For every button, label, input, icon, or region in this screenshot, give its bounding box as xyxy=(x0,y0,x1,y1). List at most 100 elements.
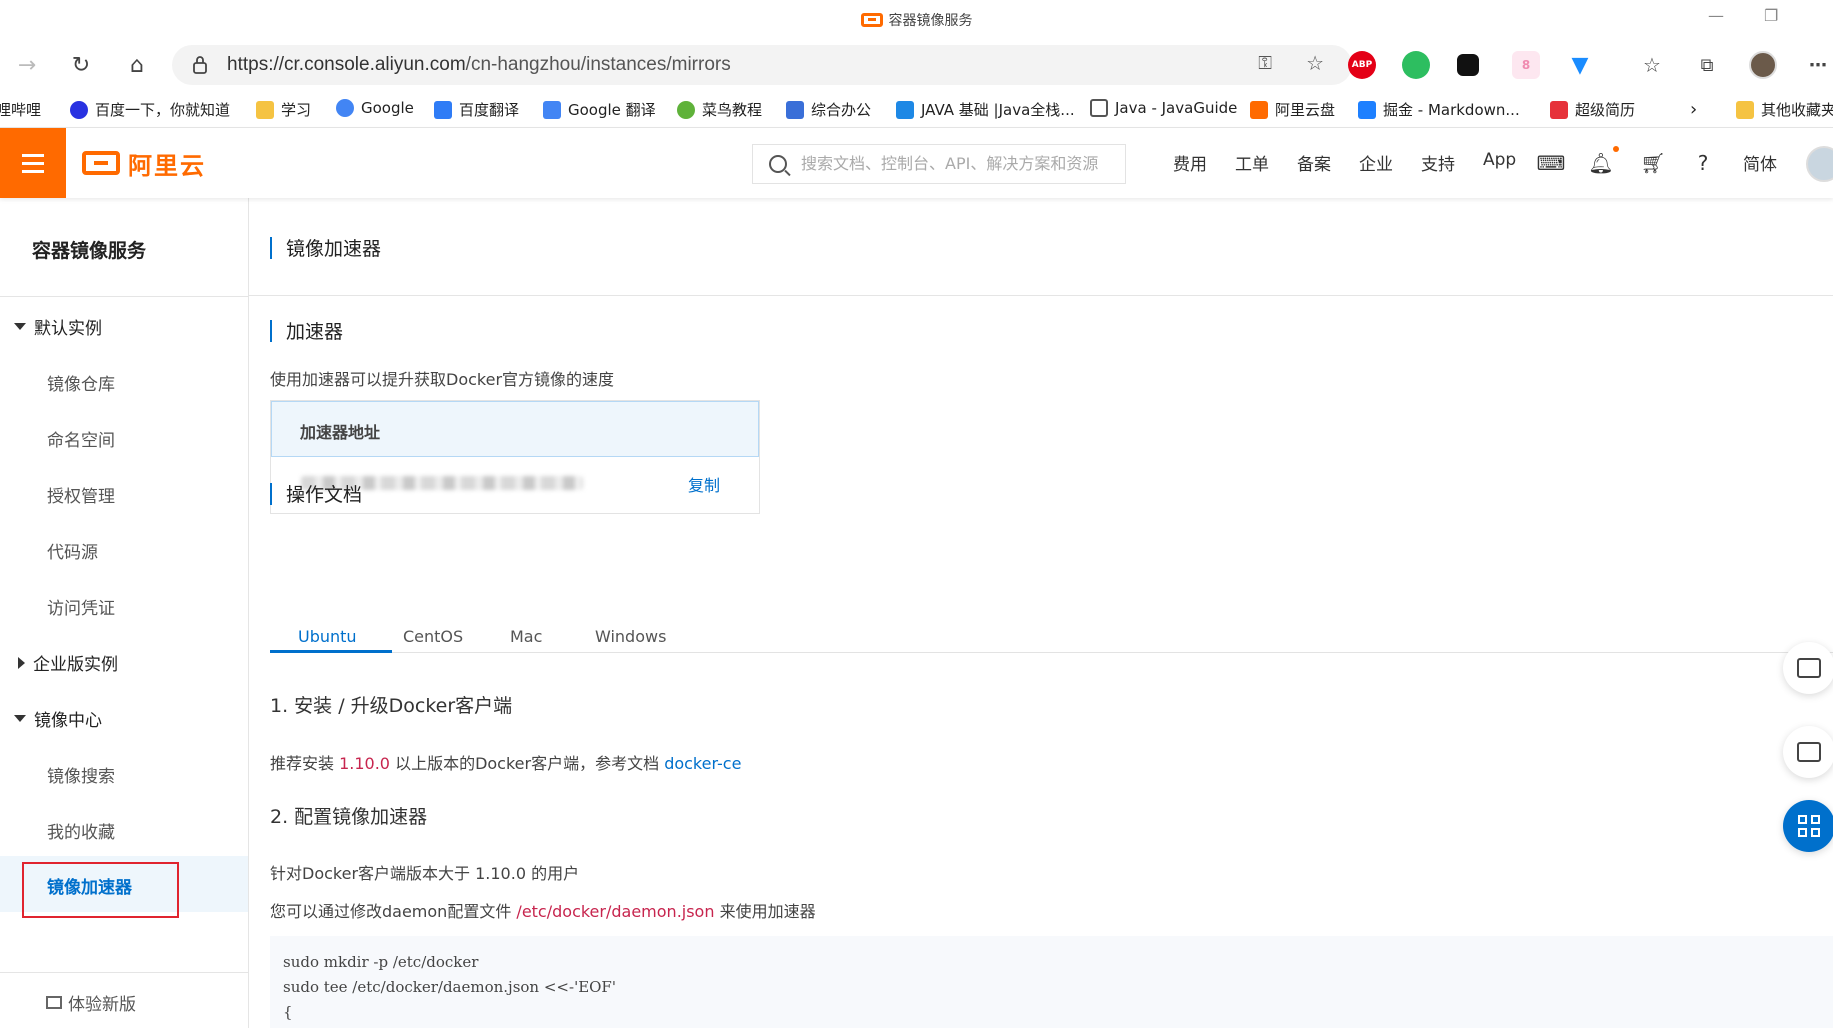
sidebar-group-image-center[interactable]: 镜像中心 xyxy=(14,706,102,731)
window-title-text: 容器镜像服务 xyxy=(888,13,973,29)
sidebar-item-access-credentials[interactable]: 访问凭证 xyxy=(47,594,115,619)
add-favorite-icon[interactable]: ☆ xyxy=(1306,51,1324,75)
bookmark-javaguide[interactable]: Java - JavaGuide xyxy=(1090,99,1237,117)
nav-tickets[interactable]: 工单 xyxy=(1235,150,1269,175)
copy-button[interactable]: 复制 xyxy=(688,472,720,496)
sidebar-item-favorites[interactable]: 我的收藏 xyxy=(47,818,115,843)
bookmark-google[interactable]: Google xyxy=(336,99,414,117)
baidu-icon xyxy=(70,100,88,119)
browser-toolbar: → ↻ ⌂ https://cr.console.aliyun.com/cn-h… xyxy=(0,40,1833,90)
bookmark-baidu[interactable]: 百度一下，你就知道 xyxy=(70,99,230,120)
search-input[interactable] xyxy=(801,154,1111,173)
profile-avatar[interactable] xyxy=(1749,51,1777,79)
step2-line2-post: 来使用加速器 xyxy=(714,902,816,921)
help-icon[interactable]: ? xyxy=(1690,150,1716,176)
bookmark-juejin[interactable]: 掘金 - Markdown... xyxy=(1358,99,1520,120)
minimize-icon[interactable]: — xyxy=(1708,6,1724,25)
extension-icon[interactable] xyxy=(1457,54,1479,76)
nav-enterprise[interactable]: 企业 xyxy=(1359,150,1393,175)
language-switch[interactable]: 简体 xyxy=(1743,150,1777,175)
more-icon[interactable]: ⋯ xyxy=(1804,51,1832,79)
cat-extension-icon[interactable]: 8 xyxy=(1512,51,1540,79)
google-translate-icon xyxy=(543,100,561,119)
favorites-icon[interactable]: ☆ xyxy=(1638,51,1666,79)
step2-title: 2. 配置镜像加速器 xyxy=(270,806,428,828)
sidebar-item-image-search[interactable]: 镜像搜索 xyxy=(47,762,115,787)
terminal-icon[interactable]: ⌨ xyxy=(1537,150,1566,176)
lock-icon[interactable] xyxy=(192,55,208,75)
recommended-version: 1.10.0 xyxy=(339,754,390,773)
try-new-version-link[interactable]: 体验新版 xyxy=(46,990,136,1015)
cart-icon[interactable]: 🛒︎ xyxy=(1640,150,1666,176)
user-avatar[interactable] xyxy=(1806,146,1833,182)
daemon-json-path: /etc/docker/daemon.json xyxy=(516,902,715,921)
notification-bell-icon[interactable]: 🔔︎ xyxy=(1588,150,1614,176)
float-apps-button[interactable] xyxy=(1783,800,1833,852)
sidebar-group-enterprise-instance[interactable]: 企业版实例 xyxy=(14,650,118,675)
nav-app[interactable]: App xyxy=(1483,150,1516,170)
home-icon[interactable]: ⌂ xyxy=(122,50,152,80)
bookmark-resume[interactable]: 超级简历 xyxy=(1550,99,1635,120)
bookmarks-overflow-icon[interactable]: › xyxy=(1690,99,1697,120)
bookmark-runoob[interactable]: 菜鸟教程 xyxy=(677,99,762,120)
forward-icon[interactable]: → xyxy=(12,50,42,80)
google-icon xyxy=(336,99,354,117)
hamburger-menu-button[interactable] xyxy=(0,128,66,198)
sidebar-group-label: 企业版实例 xyxy=(33,655,118,675)
sidebar-item-repositories[interactable]: 镜像仓库 xyxy=(47,370,115,395)
tab-windows[interactable]: Windows xyxy=(595,627,666,646)
folder-icon xyxy=(1736,100,1754,119)
bookmark-java-basics[interactable]: JAVA 基础 |Java全栈... xyxy=(896,99,1075,120)
sidebar-group-default-instance[interactable]: 默认实例 xyxy=(14,314,102,339)
bookmark-bilibili[interactable]: 哩哔哩 xyxy=(0,99,41,120)
code-block[interactable]: sudo mkdir -p /etc/docker sudo tee /etc/… xyxy=(270,936,1833,1028)
nav-fees[interactable]: 费用 xyxy=(1173,150,1207,175)
bookmark-other-folder[interactable]: 其他收藏夹 xyxy=(1736,99,1833,120)
bookmark-label: JAVA 基础 |Java全栈... xyxy=(921,101,1075,119)
tab-ubuntu[interactable]: Ubuntu xyxy=(298,627,357,646)
password-key-icon[interactable]: ⚿ xyxy=(1258,53,1272,74)
code-content[interactable]: sudo mkdir -p /etc/docker sudo tee /etc/… xyxy=(283,950,616,1025)
global-search[interactable] xyxy=(752,144,1126,184)
bookmark-aliyun-drive[interactable]: 阿里云盘 xyxy=(1250,99,1335,120)
collections-icon[interactable]: ⧉ xyxy=(1693,51,1721,79)
active-tab-indicator xyxy=(270,650,392,653)
nav-icp[interactable]: 备案 xyxy=(1297,150,1331,175)
sidebar-group-label: 默认实例 xyxy=(34,319,102,339)
float-chat-button[interactable] xyxy=(1783,726,1833,778)
evernote-icon[interactable] xyxy=(1402,51,1430,79)
reload-icon[interactable]: ↻ xyxy=(66,50,96,80)
os-tabs: Ubuntu CentOS Mac Windows xyxy=(270,622,1833,653)
export-icon xyxy=(1797,658,1821,678)
main-content: 镜像加速器 加速器 使用加速器可以提升获取Docker官方镜像的速度 加速器地址… xyxy=(249,198,1833,1028)
bookmark-study-folder[interactable]: 学习 xyxy=(256,99,311,120)
address-bar[interactable]: https://cr.console.aliyun.com/cn-hangzho… xyxy=(172,45,1352,85)
bookmark-baidu-translate[interactable]: 百度翻译 xyxy=(434,99,519,120)
bookmark-label: 阿里云盘 xyxy=(1275,101,1336,119)
tab-centos[interactable]: CentOS xyxy=(403,627,463,646)
sidebar-item-code-source[interactable]: 代码源 xyxy=(47,538,98,563)
window-title: 容器镜像服务 xyxy=(0,10,1833,30)
bookmark-office[interactable]: 综合办公 xyxy=(786,99,871,120)
aliyun-logo[interactable]: 阿里云 xyxy=(82,146,206,180)
bookmark-label: 掘金 - Markdown... xyxy=(1383,101,1520,119)
office-icon xyxy=(786,100,804,119)
accelerator-card-header: 加速器地址 xyxy=(271,401,759,457)
docker-ce-link[interactable]: docker-ce xyxy=(664,754,741,773)
sidebar-item-namespaces[interactable]: 命名空间 xyxy=(47,426,115,451)
page-header: 镜像加速器 xyxy=(249,198,1833,296)
bookmark-label: 百度翻译 xyxy=(459,101,520,119)
console-header: 阿里云 费用 工单 备案 企业 支持 App ⌨ 🔔︎ 🛒︎ ? 简体 xyxy=(0,128,1833,198)
highlight-annotation-box xyxy=(22,862,179,918)
bookmark-google-translate[interactable]: Google 翻译 xyxy=(543,99,656,120)
adblock-plus-icon[interactable]: ABP xyxy=(1348,51,1376,79)
chevron-down-icon xyxy=(14,715,26,722)
bookmark-label: 其他收藏夹 xyxy=(1761,101,1833,119)
sidebar-item-authorization[interactable]: 授权管理 xyxy=(47,482,115,507)
float-feedback-button[interactable] xyxy=(1783,642,1833,694)
tab-mac[interactable]: Mac xyxy=(510,627,542,646)
restore-icon[interactable]: ❐ xyxy=(1764,6,1778,25)
nav-support[interactable]: 支持 xyxy=(1421,150,1455,175)
vpn-extension-icon[interactable]: ▼ xyxy=(1566,51,1594,79)
url-text[interactable]: https://cr.console.aliyun.com/cn-hangzho… xyxy=(227,54,731,76)
